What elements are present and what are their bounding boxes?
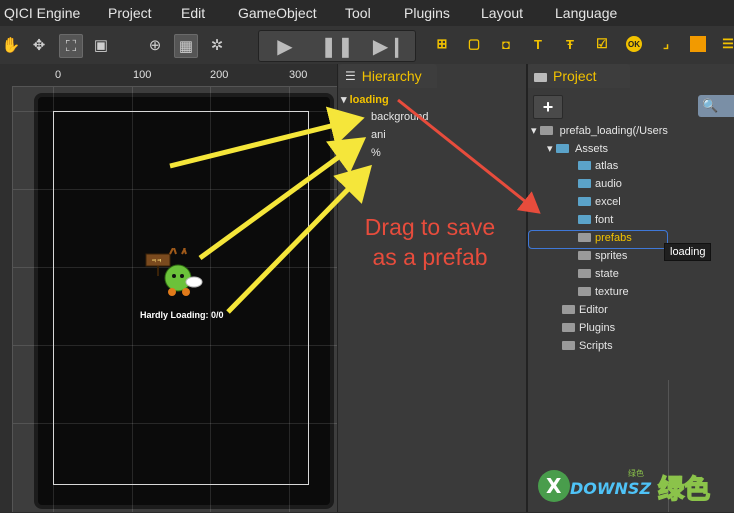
watermark-glyphs: 绿色 bbox=[658, 474, 710, 505]
arrow-percent bbox=[226, 164, 372, 314]
annotation-arrows bbox=[169, 98, 541, 314]
watermark-logo: X DOWNSZ 绿色 绿色 bbox=[536, 462, 726, 508]
watermark-text: DOWNSZ bbox=[570, 479, 651, 498]
svg-text:X: X bbox=[546, 474, 562, 498]
watermark-small: 绿色 bbox=[628, 468, 644, 478]
arrow-background bbox=[169, 106, 365, 169]
arrow-drag bbox=[397, 98, 541, 214]
